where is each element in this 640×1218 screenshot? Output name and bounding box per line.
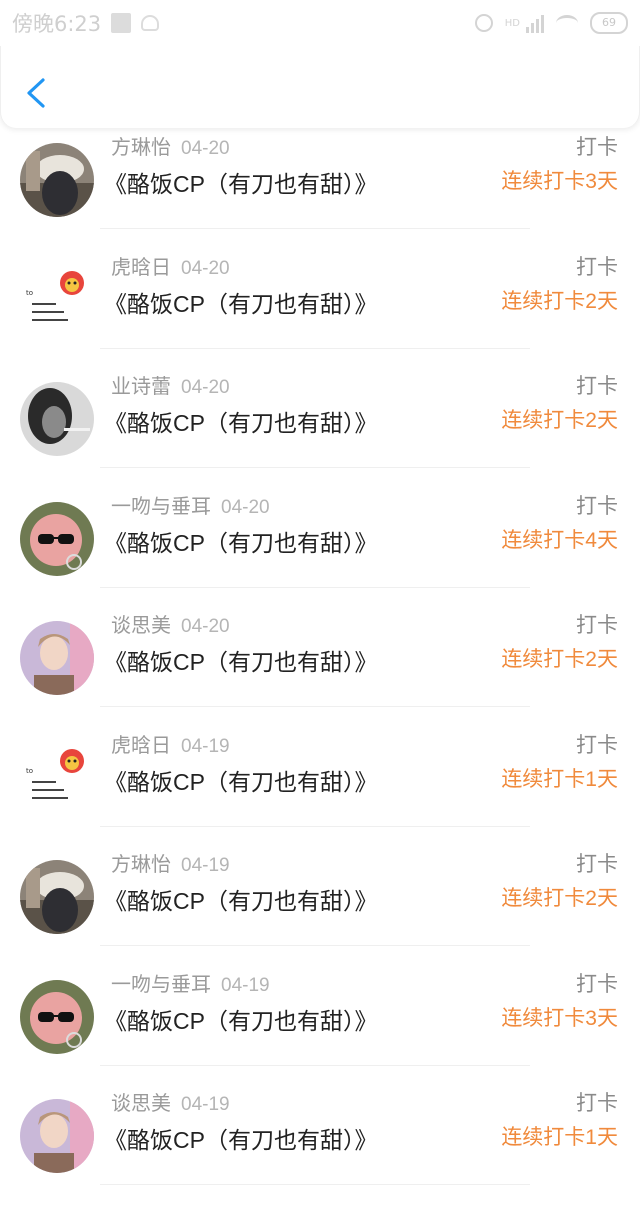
book-title: 《酪饭CP（有刀也有甜）》	[104, 888, 378, 914]
checkin-row[interactable]: 业诗蕾 04-20 《酪饭CP（有刀也有甜）》 打卡连续打卡2天	[0, 375, 640, 501]
battery-icon: 69	[590, 12, 628, 34]
divider	[100, 228, 530, 229]
streak-label: 连续打卡1天	[501, 768, 618, 791]
user-name[interactable]: 业诗蕾	[111, 376, 171, 398]
user-line: 虎晗日 04-20	[111, 251, 230, 280]
user-line: 虎晗日 04-19	[111, 729, 230, 758]
alarm-icon	[474, 14, 493, 32]
streak-label: 连续打卡1天	[501, 1126, 618, 1149]
streak-label: 连续打卡3天	[501, 170, 618, 193]
user-name[interactable]: 虎晗日	[111, 735, 171, 757]
divider	[100, 348, 530, 349]
checkin-type: 打卡	[576, 136, 618, 159]
back-arrow-icon	[27, 78, 45, 108]
divider	[100, 706, 530, 707]
checkin-row[interactable]: 方琳怡 04-19 《酪饭CP（有刀也有甜）》 打卡连续打卡2天	[0, 853, 640, 979]
checkin-row[interactable]: 谈思美 04-20 《酪饭CP（有刀也有甜）》 打卡连续打卡2天	[0, 614, 640, 740]
streak-label: 连续打卡2天	[501, 648, 618, 671]
checkin-row[interactable]: to 虎晗日 04-19 《酪饭CP（有刀也有甜）》 打卡连续打卡1天	[0, 734, 640, 860]
divider	[100, 1184, 530, 1185]
checkin-date: 04-19	[181, 855, 230, 876]
book-title: 《酪饭CP（有刀也有甜）》	[104, 769, 378, 795]
book-title: 《酪饭CP（有刀也有甜）》	[104, 1008, 378, 1034]
checkin-row[interactable]: to 虎晗日 04-20 《酪饭CP（有刀也有甜）》 打卡连续打卡2天	[0, 256, 640, 382]
signal-icon	[526, 13, 544, 33]
book-title: 《酪饭CP（有刀也有甜）》	[104, 291, 378, 317]
user-name[interactable]: 谈思美	[111, 1093, 171, 1115]
streak-label: 连续打卡2天	[501, 290, 618, 313]
divider	[100, 1065, 530, 1066]
checkin-type: 打卡	[576, 256, 618, 279]
user-line: 谈思美 04-19	[111, 1087, 230, 1116]
user-name[interactable]: 一吻与垂耳	[111, 974, 211, 996]
checkin-type: 打卡	[576, 853, 618, 876]
checkin-row[interactable]: 谈思美 04-19 《酪饭CP（有刀也有甜）》 打卡连续打卡1天	[0, 1092, 640, 1218]
avatar[interactable]	[20, 382, 94, 456]
checkin-type: 打卡	[576, 375, 618, 398]
avatar[interactable]: to	[20, 263, 94, 337]
book-title: 《酪饭CP（有刀也有甜）》	[104, 530, 378, 556]
book-title: 《酪饭CP（有刀也有甜）》	[104, 171, 378, 197]
divider	[100, 467, 530, 468]
notification-icon	[111, 13, 132, 33]
checkin-date: 04-20	[181, 616, 230, 637]
book-title: 《酪饭CP（有刀也有甜）》	[104, 649, 378, 675]
avatar[interactable]	[20, 502, 94, 576]
avatar[interactable]	[20, 621, 94, 695]
checkin-date: 04-20	[181, 138, 230, 159]
checkin-date: 04-20	[221, 497, 270, 518]
checkin-row[interactable]: 一吻与垂耳 04-19 《酪饭CP（有刀也有甜）》 打卡连续打卡3天	[0, 973, 640, 1099]
user-line: 方琳怡 04-20	[111, 131, 230, 160]
user-line: 方琳怡 04-19	[111, 848, 230, 877]
svg-text:to: to	[26, 289, 33, 297]
checkin-type: 打卡	[576, 495, 618, 518]
user-line: 业诗蕾 04-20	[111, 370, 230, 399]
divider	[100, 826, 530, 827]
avatar[interactable]	[20, 980, 94, 1054]
status-bar: 傍晚6:23 HD 69	[0, 0, 640, 46]
streak-label: 连续打卡2天	[501, 409, 618, 432]
checkin-date: 04-19	[221, 975, 270, 996]
divider	[100, 587, 530, 588]
book-title: 《酪饭CP（有刀也有甜）》	[104, 410, 378, 436]
avatar[interactable]: to	[20, 741, 94, 815]
hd-icon: HD	[504, 17, 520, 29]
status-time: 傍晚6:23	[12, 12, 102, 36]
streak-label: 连续打卡2天	[501, 887, 618, 910]
chat-icon	[141, 15, 160, 31]
avatar[interactable]	[20, 860, 94, 934]
checkin-type: 打卡	[576, 614, 618, 637]
user-line: 谈思美 04-20	[111, 609, 230, 638]
user-name[interactable]: 方琳怡	[111, 137, 171, 159]
streak-label: 连续打卡4天	[501, 529, 618, 552]
book-title: 《酪饭CP（有刀也有甜）》	[104, 1127, 378, 1153]
checkin-type: 打卡	[576, 973, 618, 996]
back-button[interactable]	[23, 76, 53, 110]
wifi-icon	[556, 15, 578, 31]
user-name[interactable]: 谈思美	[111, 615, 171, 637]
avatar[interactable]	[20, 1099, 94, 1173]
streak-label: 连续打卡3天	[501, 1007, 618, 1030]
svg-text:to: to	[26, 767, 33, 775]
user-line: 一吻与垂耳 04-20	[111, 490, 270, 519]
checkin-row[interactable]: 方琳怡 04-20 《酪饭CP（有刀也有甜）》 打卡连续打卡3天	[0, 136, 640, 262]
checkin-date: 04-20	[181, 377, 230, 398]
avatar[interactable]	[20, 143, 94, 217]
checkin-date: 04-20	[181, 258, 230, 279]
checkin-type: 打卡	[576, 734, 618, 757]
checkin-date: 04-19	[181, 1094, 230, 1115]
checkin-date: 04-19	[181, 736, 230, 757]
user-name[interactable]: 虎晗日	[111, 257, 171, 279]
checkin-row[interactable]: 一吻与垂耳 04-20 《酪饭CP（有刀也有甜）》 打卡连续打卡4天	[0, 495, 640, 621]
divider	[100, 945, 530, 946]
user-line: 一吻与垂耳 04-19	[111, 968, 270, 997]
user-name[interactable]: 方琳怡	[111, 854, 171, 876]
checkin-type: 打卡	[576, 1092, 618, 1115]
user-name[interactable]: 一吻与垂耳	[111, 496, 211, 518]
